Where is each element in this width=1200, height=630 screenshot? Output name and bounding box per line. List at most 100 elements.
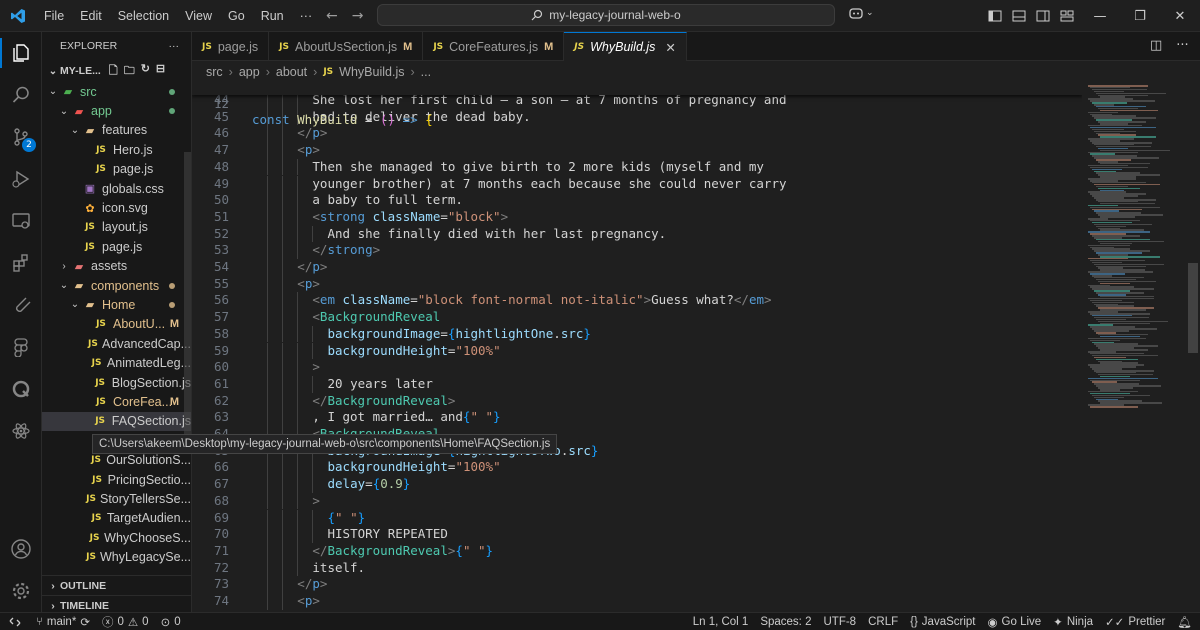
manage-activity[interactable] <box>0 570 42 612</box>
source-control-activity[interactable]: 2 <box>0 116 42 158</box>
new-file-icon[interactable]: 🗋 <box>109 62 118 81</box>
files-icon <box>13 44 29 62</box>
remote-indicator[interactable] <box>0 613 30 630</box>
notifications-button[interactable]: 🔔︎ <box>1171 615 1200 629</box>
editor-tab[interactable]: JS AboutUsSection.js M <box>269 32 424 61</box>
breadcrumb-item[interactable]: app <box>239 65 260 79</box>
testing-activity[interactable] <box>0 284 42 326</box>
file-tree-item[interactable]: JS WhyLegacySe... <box>42 547 191 566</box>
more-actions-icon[interactable]: ··· <box>1176 38 1188 53</box>
breadcrumb-item[interactable]: WhyBuild.js <box>339 65 404 79</box>
figma-activity[interactable] <box>0 326 42 368</box>
menu-item-6[interactable]: ··· <box>292 0 321 32</box>
sidebar-scrollbar[interactable] <box>184 152 191 452</box>
file-tree-item[interactable]: ✿ icon.svg <box>42 198 191 217</box>
encoding[interactable]: UTF-8 <box>817 616 862 628</box>
file-tree-item[interactable]: JS BlogSection.js <box>42 373 191 392</box>
remote-explorer-activity[interactable] <box>0 200 42 242</box>
toggle-panel-icon[interactable] <box>1012 9 1026 23</box>
file-tree-item[interactable]: ⌄ ▰ features <box>42 121 191 140</box>
breadcrumb-item[interactable]: src <box>206 65 223 79</box>
file-tree-item[interactable]: JS AnimatedLeg... <box>42 353 191 372</box>
sticky-scroll[interactable]: 12 const WhyBuild = () => { <box>192 83 1082 127</box>
restore-icon[interactable]: ❐ <box>1120 9 1160 24</box>
indent-guide <box>267 526 269 543</box>
editor-tab[interactable]: JS page.js <box>192 32 270 61</box>
project-folder-header[interactable]: ⌄ MY-LE... 🗋 🗀 ↻ ⊟ <box>42 60 191 82</box>
outline-section[interactable]: › OUTLINE <box>42 575 191 595</box>
go-live-button[interactable]: ◉ Go Live <box>981 615 1047 629</box>
menu-item-2[interactable]: Selection <box>110 0 177 32</box>
customize-layout-icon[interactable] <box>1060 9 1074 23</box>
window-controls: — ❐ ✕ <box>1080 0 1200 32</box>
code-token: </ <box>312 542 328 558</box>
file-tree-item[interactable]: JS layout.js <box>42 218 191 237</box>
file-tree-item[interactable]: JS PricingSectio... <box>42 470 191 489</box>
editor-scrollbar[interactable] <box>1186 83 1200 612</box>
split-editor-icon[interactable]: ◫ <box>1150 38 1162 53</box>
branch-indicator[interactable]: ⑂ main* ⟳ <box>30 615 96 629</box>
editor-tab[interactable]: JS CoreFeatures.js M <box>423 32 565 61</box>
prettier-button[interactable]: ✓✓ Prettier <box>1099 615 1171 629</box>
editor-tab[interactable]: JS WhyBuild.js ✕ <box>564 32 687 61</box>
menu-item-1[interactable]: Edit <box>72 0 110 32</box>
search-activity[interactable] <box>0 74 42 116</box>
close-window-icon[interactable]: ✕ <box>1160 9 1200 24</box>
timeline-section[interactable]: › TIMELINE <box>42 595 191 612</box>
chevron-down-icon: ⌄ <box>70 299 80 311</box>
menu-item-4[interactable]: Go <box>220 0 253 32</box>
menu-item-3[interactable]: View <box>177 0 220 32</box>
react-activity[interactable] <box>0 410 42 452</box>
indentation[interactable]: Spaces: 2 <box>754 616 817 628</box>
file-tree-item[interactable]: JS StoryTellersSe... <box>42 489 191 508</box>
file-tree-item[interactable]: ⌄ ▰ Home <box>42 295 191 314</box>
file-tree-item[interactable]: JS page.js <box>42 160 191 179</box>
file-tree-item[interactable]: JS CoreFea... M <box>42 392 191 411</box>
file-tree-item[interactable]: JS AboutU... M <box>42 315 191 334</box>
minimize-icon[interactable]: — <box>1080 9 1120 24</box>
chevron-down-icon: ⌄ <box>866 8 874 18</box>
cursor-position[interactable]: Ln 1, Col 1 <box>687 616 755 628</box>
minimap[interactable] <box>1082 83 1186 612</box>
refresh-icon[interactable]: ↻ <box>141 62 150 81</box>
scrollbar-thumb[interactable] <box>1188 263 1198 353</box>
new-folder-icon[interactable]: 🗀 <box>124 62 135 81</box>
file-tree-item[interactable]: ▣ globals.css <box>42 179 191 198</box>
toggle-secondary-sidebar-icon[interactable] <box>1036 9 1050 23</box>
info-indicator[interactable]: ⊙ 0 <box>155 615 187 629</box>
explorer-activity[interactable] <box>0 32 42 74</box>
forward-arrow-icon[interactable]: → <box>352 8 364 24</box>
back-arrow-icon[interactable]: ← <box>326 8 338 24</box>
run-debug-activity[interactable] <box>0 158 42 200</box>
file-tree-item[interactable]: ⌄ ▰ components <box>42 276 191 295</box>
file-tree-item[interactable]: ⌄ ▰ app <box>42 101 191 120</box>
breadcrumb-item[interactable]: ... <box>421 65 431 79</box>
extensions-activity[interactable] <box>0 242 42 284</box>
menu-item-5[interactable]: Run <box>253 0 292 32</box>
file-tree-item[interactable]: JS TargetAudien... <box>42 509 191 528</box>
close-icon[interactable]: ✕ <box>665 40 675 55</box>
code-line: 54 </p> <box>192 259 1082 276</box>
more-actions-icon[interactable]: ··· <box>169 40 180 52</box>
language-mode[interactable]: {} JavaScript <box>904 616 981 628</box>
file-tree-item[interactable]: JS WhyChooseS... <box>42 528 191 547</box>
file-tree-item[interactable]: ⌄ ▰ src <box>42 82 191 101</box>
accounts-activity[interactable] <box>0 528 42 570</box>
menu-item-0[interactable]: File <box>36 0 72 32</box>
breadcrumb-item[interactable]: about <box>276 65 307 79</box>
copilot-button[interactable]: ⌄ <box>848 6 874 20</box>
code-editor[interactable]: 12 const WhyBuild = () => { 44 She lost h… <box>192 83 1082 612</box>
quokka-activity[interactable] <box>0 368 42 410</box>
end-of-line[interactable]: CRLF <box>862 616 904 628</box>
file-tree-item[interactable]: JS page.js <box>42 237 191 256</box>
file-tree-item[interactable]: JS Hero.js <box>42 140 191 159</box>
collapse-all-icon[interactable]: ⊟ <box>156 62 165 81</box>
file-tree-item[interactable]: JS FAQSection.js <box>42 411 191 432</box>
command-center-search[interactable]: my-legacy-journal-web-o <box>377 4 835 26</box>
problems-indicator[interactable]: ⓧ 0 ⚠ 0 <box>96 614 155 630</box>
toggle-primary-sidebar-icon[interactable] <box>988 9 1002 23</box>
ninja-button[interactable]: ✦ Ninja <box>1047 615 1099 629</box>
file-tree-item[interactable]: JS AdvancedCap... <box>42 334 191 353</box>
file-tree-item[interactable]: › ▰ assets <box>42 257 191 276</box>
